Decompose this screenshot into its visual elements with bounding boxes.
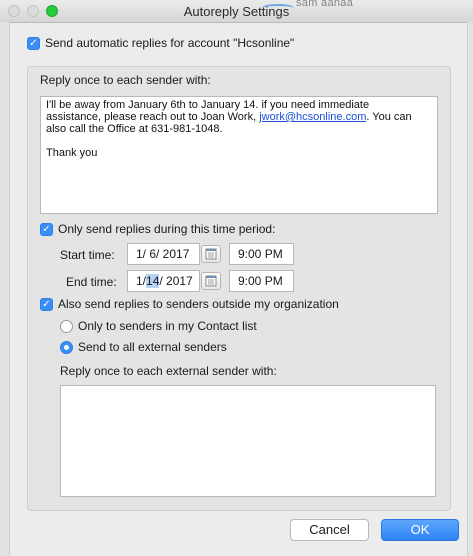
contacts-only-radio[interactable] — [60, 320, 73, 333]
external-replies-checkbox[interactable]: ✓ — [40, 298, 53, 311]
message-closing: Thank you — [46, 147, 98, 159]
checkmark-icon: ✓ — [42, 224, 51, 235]
checkmark-icon: ✓ — [42, 299, 51, 310]
time-period-checkbox[interactable]: ✓ — [40, 223, 53, 236]
window-left-edge — [0, 22, 10, 556]
start-time-label: Start time: — [60, 248, 115, 262]
end-date-month: 1/ — [136, 274, 147, 288]
message-line-2-suffix: . You can — [366, 111, 412, 123]
message-line-2-text: assistance, please reach out to Joan Wor… — [46, 111, 260, 123]
email-link[interactable]: jwork@hcsonline.com — [259, 111, 366, 123]
reply-external-label: Reply once to each external sender with: — [60, 364, 277, 378]
message-line-2: assistance, please reach out to Joan Wor… — [46, 111, 432, 123]
calendar-icon — [205, 275, 217, 287]
end-date-day-selected[interactable]: 14 — [146, 274, 160, 288]
title-bar: sam aanaa Autoreply Settings — [0, 0, 473, 23]
end-time-field[interactable]: 9:00 PM — [229, 270, 294, 292]
all-external-label: Send to all external senders — [78, 340, 227, 354]
start-date-field[interactable]: 1/ 6/ 2017 — [127, 243, 200, 265]
window-title: Autoreply Settings — [183, 4, 290, 19]
end-date-year: / 2017 — [159, 274, 193, 288]
send-auto-replies-checkbox[interactable]: ✓ — [27, 37, 40, 50]
end-calendar-button[interactable] — [201, 272, 221, 290]
message-line-1: I'll be away from January 6th to January… — [46, 99, 370, 111]
cancel-button[interactable]: Cancel — [290, 519, 369, 541]
ok-button[interactable]: OK — [381, 519, 459, 541]
start-time-field[interactable]: 9:00 PM — [229, 243, 294, 265]
checkmark-icon: ✓ — [29, 38, 38, 49]
external-replies-label: Also send replies to senders outside my … — [58, 297, 339, 311]
time-period-label: Only send replies during this time perio… — [58, 222, 276, 236]
window-right-edge — [467, 22, 473, 556]
contacts-only-label: Only to senders in my Contact list — [78, 319, 257, 333]
all-external-radio[interactable] — [60, 341, 73, 354]
reply-internal-label: Reply once to each sender with: — [40, 73, 211, 87]
message-line-3: also call the Office at 631-981-1048. — [46, 123, 223, 135]
send-auto-replies-label: Send automatic replies for account "Hcso… — [45, 36, 295, 50]
end-date-field[interactable]: 1/14/ 2017 — [127, 270, 200, 292]
end-time-label: End time: — [66, 275, 117, 289]
calendar-icon — [205, 248, 217, 260]
external-reply-textarea[interactable] — [60, 385, 436, 497]
start-calendar-button[interactable] — [201, 245, 221, 263]
internal-reply-textarea[interactable]: I'll be away from January 6th to January… — [40, 96, 438, 214]
